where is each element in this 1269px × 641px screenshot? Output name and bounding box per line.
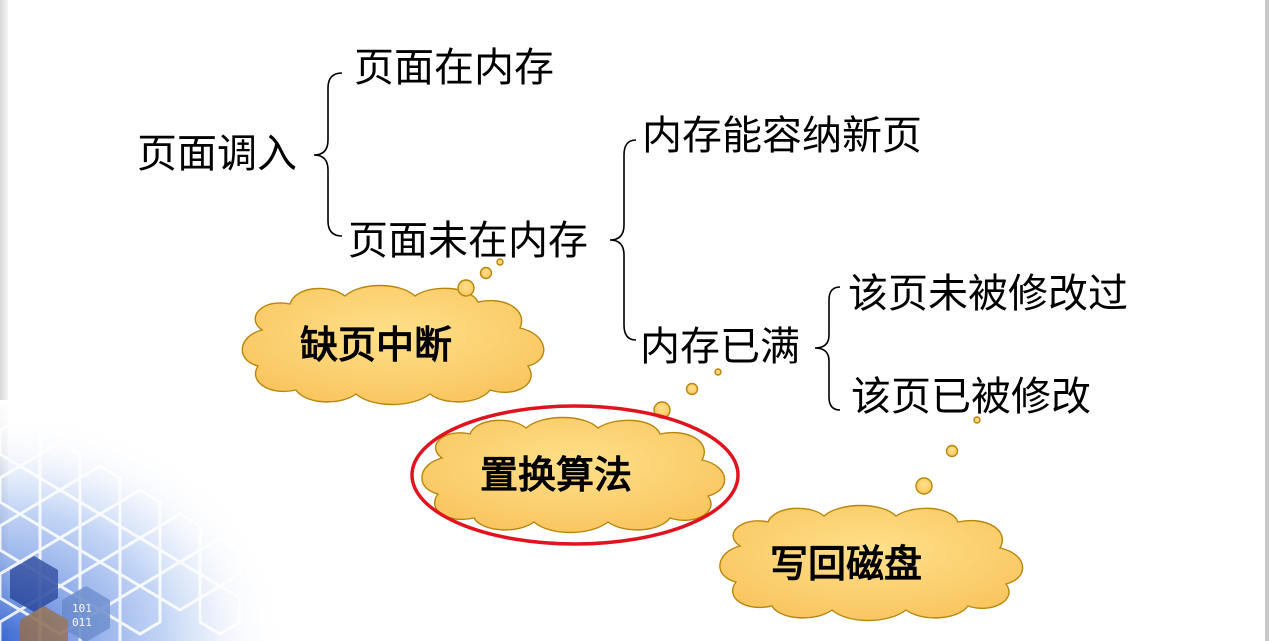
cloud-label-page-fault: 缺页中断 bbox=[300, 323, 453, 367]
cloud-callouts bbox=[241, 258, 1024, 622]
cloud-label-write-back: 写回磁盘 bbox=[770, 542, 923, 586]
node-memory-full: 内存已满 bbox=[640, 324, 800, 370]
node-root: 页面调入 bbox=[137, 131, 297, 177]
cloud-write-back bbox=[719, 416, 1024, 622]
node-not-in-memory: 页面未在内存 bbox=[348, 218, 588, 264]
node-page-modified: 该页已被修改 bbox=[851, 374, 1091, 420]
node-page-not-modified: 该页未被修改过 bbox=[848, 271, 1128, 317]
node-memory-has-space: 内存能容纳新页 bbox=[642, 113, 922, 159]
cloud-label-replacement: 置换算法 bbox=[480, 453, 633, 497]
node-in-memory: 页面在内存 bbox=[354, 45, 554, 91]
slide: 101 011 bbox=[0, 0, 1269, 641]
